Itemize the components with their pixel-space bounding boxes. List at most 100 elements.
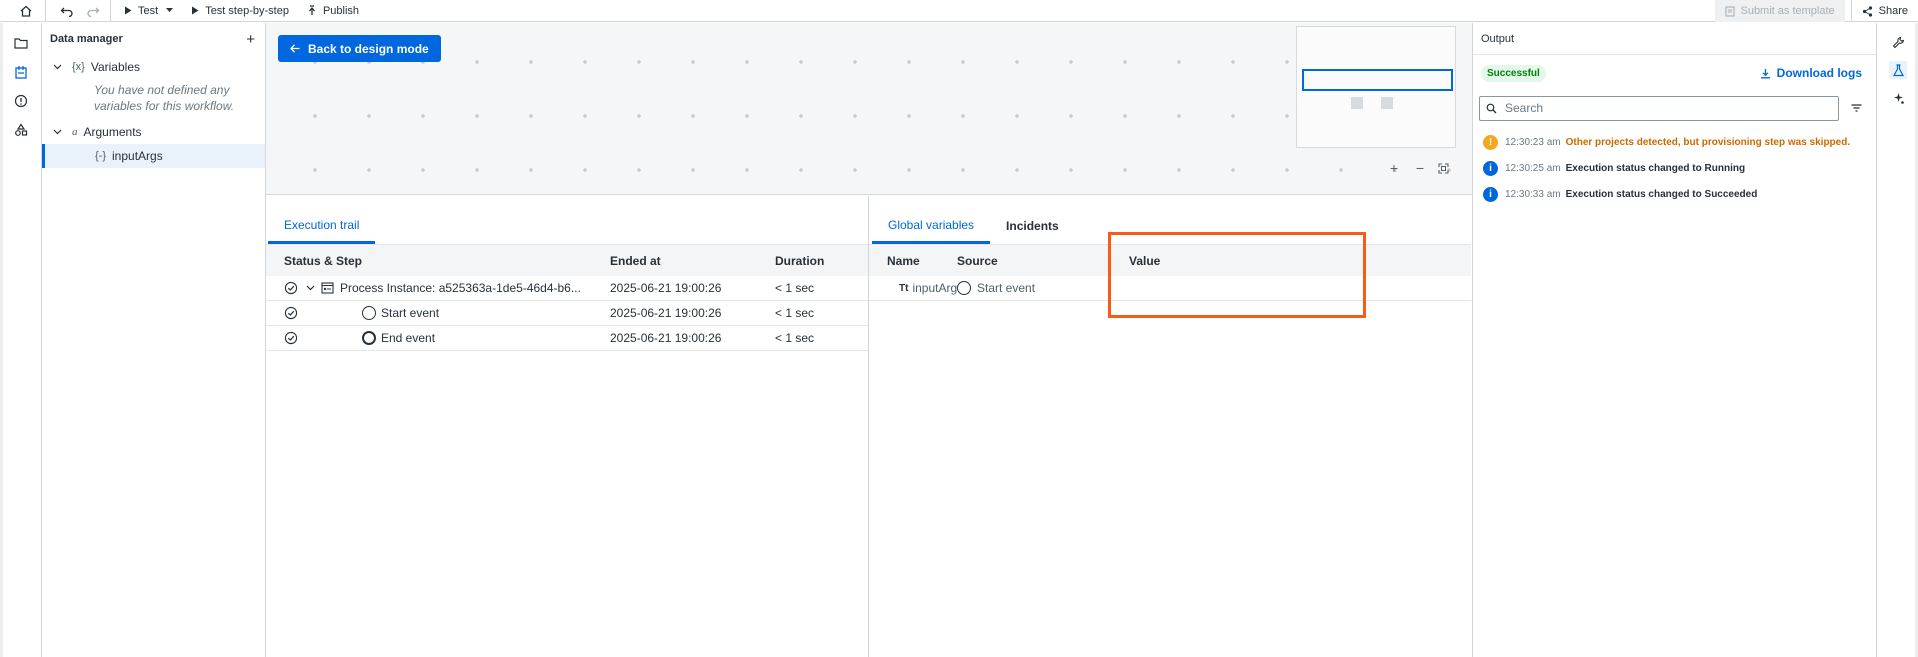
submit-as-template-button[interactable]: Submit as template	[1715, 0, 1845, 22]
column-source[interactable]: Source	[957, 254, 1129, 268]
fit-to-screen-icon[interactable]	[1438, 163, 1454, 174]
test-step-by-step-button[interactable]: Test step-by-step	[182, 0, 298, 22]
filter-icon[interactable]	[1851, 104, 1862, 112]
column-status-step[interactable]: Status & Step	[266, 254, 610, 268]
arguments-label: Arguments	[83, 125, 142, 139]
chevron-down-icon[interactable]	[166, 8, 174, 13]
list-item[interactable]: ! 12:30:23 am Other projects detected, b…	[1473, 129, 1876, 155]
chevron-down-icon[interactable]	[50, 64, 64, 70]
redo-icon	[86, 5, 100, 17]
publish-icon	[307, 5, 317, 16]
ended-at-value: 2025-06-21 19:00:26	[610, 281, 722, 295]
redo-button[interactable]	[80, 0, 106, 22]
log-time: 12:30:23 am	[1505, 136, 1561, 148]
minimap[interactable]	[1296, 26, 1456, 148]
data-manager-title: Data manager	[50, 33, 123, 45]
home-button[interactable]	[6, 0, 46, 22]
column-name[interactable]: Name	[869, 254, 957, 268]
tab-global-variables[interactable]: Global variables	[872, 208, 991, 244]
top-toolbar: Test Test step-by-step Publish Submit as…	[0, 0, 1918, 22]
publish-button[interactable]: Publish	[298, 0, 368, 22]
variable-source: Start event	[977, 281, 1036, 295]
workflow-canvas[interactable]: Back to design mode + −	[266, 23, 1472, 195]
test-output-icon[interactable]	[1889, 61, 1907, 79]
data-manager-panel: Data manager + {x} Variables You have no…	[42, 23, 266, 657]
add-data-button[interactable]: +	[246, 31, 255, 48]
check-circle-icon	[284, 281, 298, 295]
search-icon	[1486, 103, 1497, 114]
variables-group[interactable]: {x} Variables	[42, 55, 265, 79]
argument-item-icon: {-}	[95, 150, 107, 162]
minimap-node	[1351, 97, 1363, 109]
test-label: Test	[138, 4, 159, 17]
share-button[interactable]: Share	[1850, 0, 1918, 22]
step-name: Start event	[381, 306, 440, 320]
download-icon	[1760, 68, 1771, 79]
toolbar-divider	[110, 0, 111, 22]
execution-table-header: Status & Step Ended at Duration	[266, 244, 868, 276]
column-duration[interactable]: Duration	[775, 254, 865, 268]
log-time: 12:30:25 am	[1505, 162, 1561, 174]
column-ended-at[interactable]: Ended at	[610, 254, 775, 268]
argument-item-inputargs[interactable]: {-} inputArgs	[42, 144, 265, 168]
list-item[interactable]: i 12:30:25 am Execution status changed t…	[1473, 155, 1876, 181]
log-time: 12:30:33 am	[1505, 188, 1561, 200]
minimap-node	[1381, 97, 1393, 109]
output-panel: Output Successful Download logs Search !…	[1472, 23, 1876, 657]
arrow-left-icon	[290, 44, 300, 53]
execution-tabs: Execution trail	[266, 196, 868, 244]
test-button[interactable]: Test	[115, 0, 182, 22]
test-step-label: Test step-by-step	[205, 4, 289, 17]
variables-label: Variables	[90, 60, 140, 74]
value-column-highlight	[1108, 232, 1366, 318]
duration-value: < 1 sec	[775, 331, 815, 345]
tab-incidents[interactable]: Incidents	[990, 208, 1075, 244]
execution-trail-panel: Execution trail Status & Step Ended at D…	[266, 196, 869, 657]
undo-button[interactable]	[54, 0, 80, 22]
resources-icon[interactable]	[13, 122, 29, 138]
chevron-down-icon[interactable]	[50, 129, 64, 135]
submit-template-label: Submit as template	[1740, 5, 1835, 17]
download-logs-label: Download logs	[1776, 66, 1862, 80]
log-message: Execution status changed to Succeeded	[1565, 188, 1758, 200]
errors-icon[interactable]	[13, 93, 29, 109]
files-icon[interactable]	[13, 35, 29, 51]
zoom-in-button[interactable]: +	[1386, 160, 1402, 176]
log-message: Execution status changed to Running	[1565, 162, 1746, 174]
home-icon	[19, 4, 33, 18]
list-item[interactable]: i 12:30:33 am Execution status changed t…	[1473, 181, 1876, 207]
ended-at-value: 2025-06-21 19:00:26	[610, 331, 722, 345]
end-event-icon	[362, 331, 376, 345]
data-manager-icon[interactable]	[13, 64, 29, 80]
start-event-icon	[957, 281, 971, 295]
undo-icon	[60, 5, 74, 17]
back-to-design-mode-button[interactable]: Back to design mode	[278, 35, 441, 62]
share-label: Share	[1878, 5, 1908, 17]
check-circle-icon	[284, 331, 298, 345]
rail-edge	[0, 23, 3, 657]
duration-value: < 1 sec	[775, 306, 815, 320]
search-input[interactable]: Search	[1479, 95, 1839, 121]
text-type-icon: Tt	[899, 282, 909, 294]
table-row[interactable]: Process Instance: a525363a-1de5-46d4-b6.…	[266, 276, 868, 301]
properties-icon[interactable]	[1889, 33, 1907, 51]
zoom-out-button[interactable]: −	[1412, 160, 1428, 176]
tab-execution-trail[interactable]: Execution trail	[268, 208, 376, 244]
template-icon	[1725, 5, 1736, 17]
start-event-icon	[362, 306, 376, 320]
table-row[interactable]: Start event 2025-06-21 19:00:26 < 1 sec	[266, 301, 868, 326]
autopilot-icon[interactable]	[1889, 89, 1907, 107]
check-circle-icon	[284, 306, 298, 320]
chevron-down-icon[interactable]	[306, 285, 315, 291]
step-name: End event	[381, 331, 436, 345]
data-manager-header: Data manager +	[42, 23, 265, 55]
arguments-group[interactable]: a Arguments	[42, 120, 265, 144]
output-title: Output	[1473, 23, 1876, 55]
right-rail	[1876, 23, 1918, 657]
minimap-viewport[interactable]	[1302, 69, 1453, 91]
left-rail	[0, 23, 42, 657]
warning-icon: !	[1483, 134, 1498, 150]
download-logs-button[interactable]: Download logs	[1760, 66, 1862, 80]
table-row[interactable]: End event 2025-06-21 19:00:26 < 1 sec	[266, 326, 868, 351]
publish-label: Publish	[322, 4, 360, 17]
